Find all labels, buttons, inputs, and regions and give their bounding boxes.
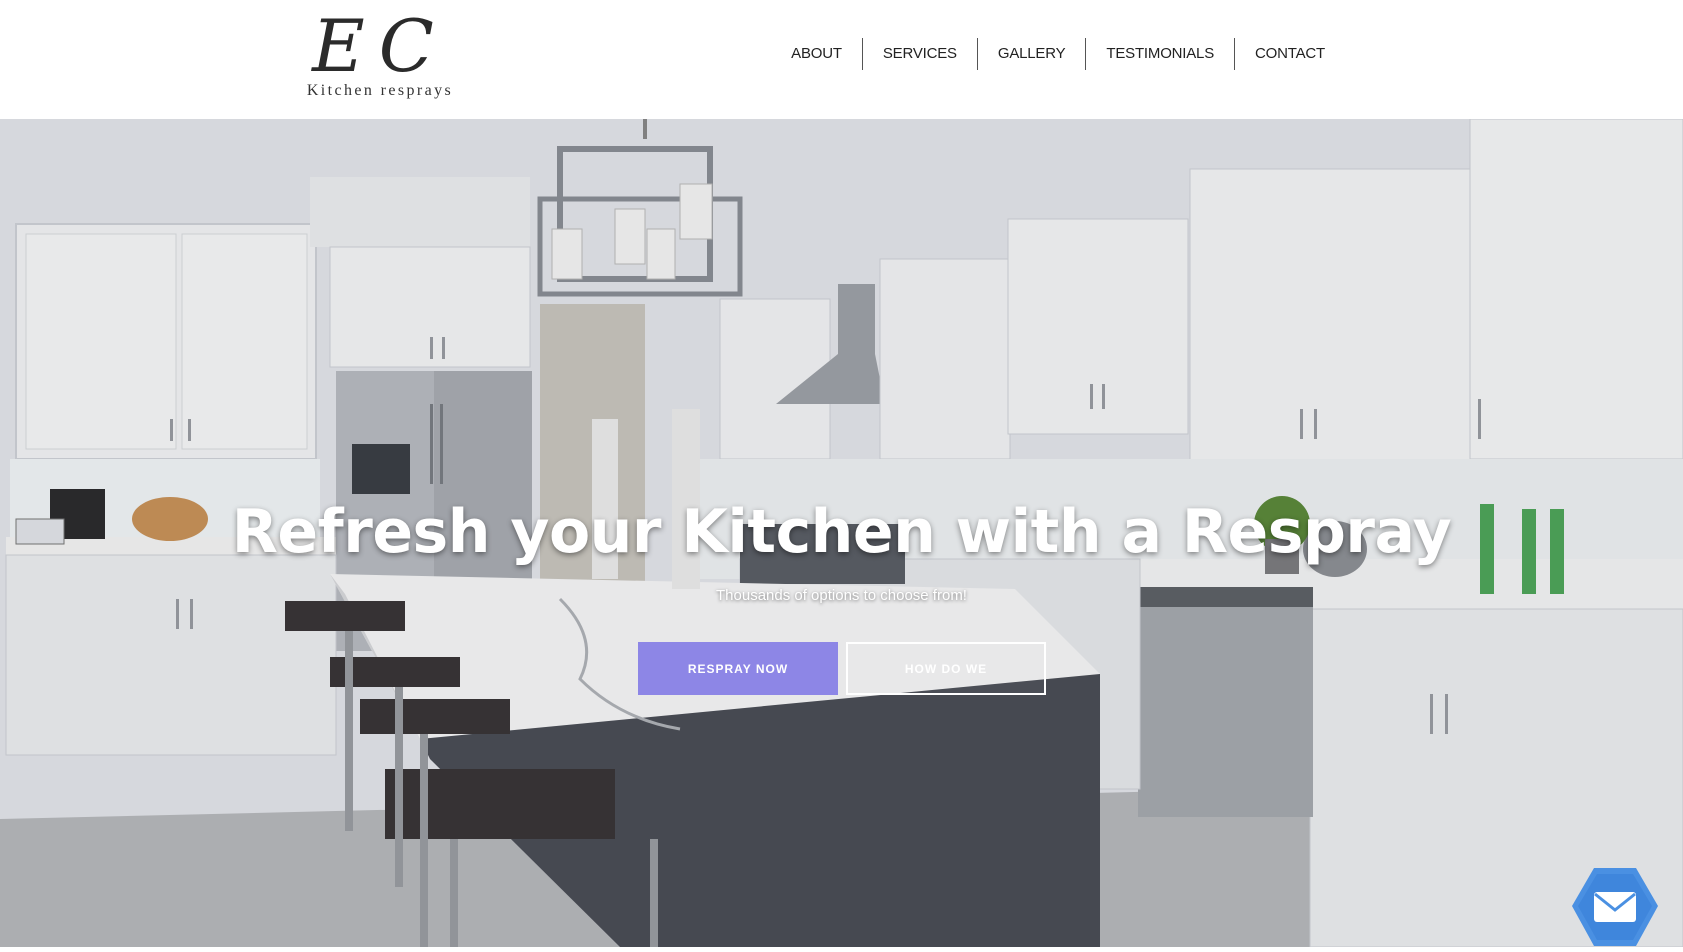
nav-testimonials[interactable]: TESTIMONIALS [1085,38,1234,70]
contact-chat-button[interactable] [1572,866,1658,947]
nav-gallery[interactable]: GALLERY [976,38,1086,70]
nav-services[interactable]: SERVICES [861,38,977,70]
respray-now-button[interactable]: RESPRAY NOW [638,642,838,695]
envelope-icon [1572,868,1658,946]
site-header: EC Kitchen resprays ABOUT SERVICES GALLE… [0,0,1683,119]
hero-title: Refresh your Kitchen with a Respray [231,497,1452,567]
nav-about[interactable]: ABOUT [771,38,862,70]
hero-subtitle: Thousands of options to choose from! [716,587,967,604]
nav-contact[interactable]: CONTACT [1234,38,1345,70]
hero-section: Refresh your Kitchen with a Respray Thou… [0,119,1683,947]
how-do-we-button[interactable]: HOW DO WE [846,642,1046,695]
logo-tagline: Kitchen resprays [306,82,454,99]
main-nav: ABOUT SERVICES GALLERY TESTIMONIALS CONT… [0,38,1683,70]
